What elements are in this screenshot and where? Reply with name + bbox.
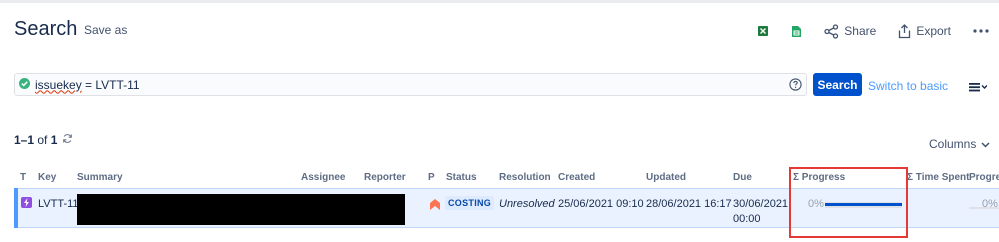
share-button[interactable]: Share <box>824 23 877 39</box>
export-google-sheets-button[interactable] <box>791 25 802 38</box>
jql-query-text: issuekey = LVTT-11 <box>35 78 140 92</box>
share-label: Share <box>844 24 877 38</box>
column-header-type[interactable]: T <box>20 172 26 183</box>
top-border <box>0 0 999 3</box>
priority-icon <box>430 197 440 215</box>
share-icon <box>824 23 839 39</box>
issue-key-link[interactable]: LVTT-11 <box>38 198 79 210</box>
progress-bar <box>969 207 999 209</box>
search-button[interactable]: Search <box>813 73 862 96</box>
excel-icon <box>757 25 769 37</box>
column-header-key[interactable]: Key <box>38 172 56 183</box>
page-title: Search <box>14 18 78 40</box>
result-count: 1–1 of 1 <box>14 133 73 147</box>
jql-keyword: issuekey <box>35 77 82 92</box>
result-total: 1 <box>50 133 58 147</box>
chevron-down-icon <box>976 137 990 151</box>
result-range: 1–1 <box>14 133 35 147</box>
list-view-menu-button[interactable] <box>969 79 988 97</box>
due-date: 30/06/2021 <box>733 198 789 210</box>
toolbar: Share Export <box>735 20 989 42</box>
column-header-priority[interactable]: P <box>428 172 435 183</box>
export-excel-button[interactable] <box>757 25 769 37</box>
result-of: of <box>34 133 51 147</box>
save-as-button[interactable]: Save as <box>84 23 127 37</box>
export-icon <box>898 23 911 39</box>
columns-label: Columns <box>929 137 977 151</box>
refresh-icon[interactable] <box>62 133 73 147</box>
help-icon[interactable] <box>789 78 802 96</box>
status-badge: COSTING <box>445 196 495 210</box>
column-header-created[interactable]: Created <box>558 172 595 183</box>
resolution-value: Unresolved <box>499 198 555 210</box>
column-header-updated[interactable]: Updated <box>646 172 686 183</box>
column-header-summary[interactable]: Summary <box>77 172 123 183</box>
more-icon <box>973 29 989 33</box>
column-header-due[interactable]: Due <box>733 172 752 183</box>
columns-dropdown[interactable]: Columns <box>929 137 990 151</box>
updated-date: 28/06/2021 16:17 <box>646 198 732 210</box>
column-header-status[interactable]: Status <box>446 172 477 183</box>
row-selected-indicator <box>14 188 18 228</box>
column-header-reporter[interactable]: Reporter <box>364 172 406 183</box>
jql-value: = LVTT-11 <box>81 77 140 92</box>
redacted-summary <box>77 194 405 225</box>
list-menu-icon <box>969 79 988 97</box>
jql-search-input[interactable]: issuekey = LVTT-11 <box>14 73 807 96</box>
issue-type-icon <box>21 197 32 208</box>
more-actions-button[interactable] <box>973 29 989 33</box>
switch-to-basic-link[interactable]: Switch to basic <box>868 79 948 93</box>
export-label: Export <box>916 24 951 38</box>
check-circle-icon <box>19 76 30 94</box>
column-header-resolution[interactable]: Resolution <box>499 172 551 183</box>
created-date: 25/06/2021 09:10 <box>558 198 644 210</box>
column-header-assignee[interactable]: Assignee <box>301 172 345 183</box>
progress-bar-track <box>969 207 999 209</box>
due-time: 00:00 <box>733 213 761 225</box>
annotation-highlight-box <box>789 167 908 238</box>
column-header-progress[interactable]: Progress <box>969 172 999 183</box>
export-button[interactable]: Export <box>898 23 951 39</box>
column-header-time-spent-sum[interactable]: Σ Time Spent <box>907 172 970 183</box>
google-sheets-icon <box>791 25 802 38</box>
